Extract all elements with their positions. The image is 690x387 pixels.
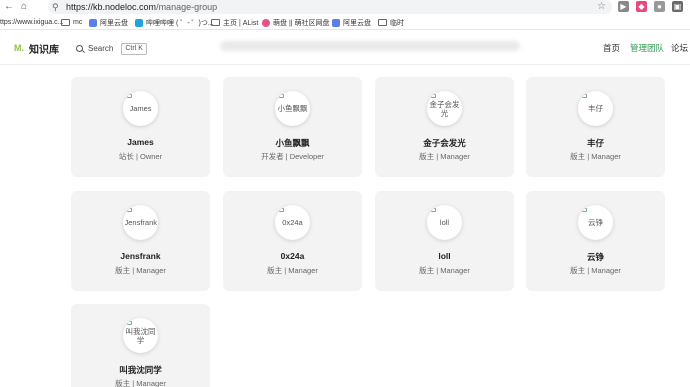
member-name: 丰仔 [586, 138, 604, 148]
member-card[interactable]: Jensfrank Jensfrank 版主 | Manager [71, 191, 210, 291]
extension-icon[interactable]: ▣ [672, 1, 683, 12]
broken-image-icon [279, 94, 284, 98]
member-role: 版主 | Manager [115, 266, 166, 275]
broken-image-icon [582, 94, 587, 98]
avatar: 小鱼飘飘 [275, 91, 310, 126]
bookmark-star-icon[interactable]: ☆ [597, 1, 606, 13]
bookmark-item[interactable]: 萌盘 || 萌社区网盘 [262, 17, 330, 28]
reload-icon[interactable]: ⌂ [18, 1, 30, 13]
aliyun-icon [89, 18, 97, 27]
member-role: 版主 | Manager [267, 266, 318, 275]
member-role: 开发者 | Developer [261, 152, 324, 161]
extension-icon[interactable]: ◆ [636, 1, 647, 12]
site-logo-icon[interactable]: M. [14, 43, 24, 53]
nav-forum[interactable]: 论坛 [671, 42, 688, 54]
avatar: 金子会发光 [427, 91, 462, 126]
search-label: Search [88, 44, 114, 53]
member-role: 版主 | Manager [419, 266, 470, 275]
member-name: 云铮 [586, 252, 604, 262]
avatar: James [123, 91, 158, 126]
folder-icon [211, 19, 220, 26]
member-name: 小鱼飘飘 [275, 138, 310, 148]
team-grid: James James 站长 | Owner 小鱼飘飘 小鱼飘飘 开发者 | D… [0, 66, 690, 387]
extension-icon[interactable]: ● [654, 1, 665, 12]
avatar: Jensfrank [123, 205, 158, 240]
blurred-notice [220, 41, 520, 51]
broken-image-icon [431, 94, 436, 98]
member-role: 站长 | Owner [118, 152, 163, 161]
browser-toolbar: ← ⌂ ⚲ https://kb.nodeloc.com/manage-grou… [0, 0, 690, 15]
mengpan-icon [262, 18, 270, 27]
member-card[interactable]: loll loll 版主 | Manager [375, 191, 514, 291]
member-name: James [127, 137, 154, 147]
bilibili-icon [135, 18, 143, 27]
search-shortcut: Ctrl K [121, 42, 147, 55]
bookmark-folder[interactable]: 临时 [378, 17, 404, 28]
address-bar[interactable]: ⚲ https://kb.nodeloc.com/manage-group ☆ [48, 0, 612, 14]
search-icon [76, 45, 83, 52]
site-header: M. 知识库 Search Ctrl K 首页 管理团队 论坛 [0, 31, 690, 65]
bookmarks-bar: ttps://www.ixigua.c... mc 阿里云盘 哔哩哔哩 ( ゜-… [0, 15, 690, 30]
folder-icon [61, 19, 70, 26]
bookmark-item[interactable]: 阿里云盘 [332, 17, 371, 28]
avatar: 云铮 [578, 205, 613, 240]
aliyun-icon [332, 18, 340, 27]
avatar: loll [427, 205, 462, 240]
nav-manage-team[interactable]: 管理团队 [630, 42, 664, 54]
broken-image-icon [431, 208, 436, 212]
back-icon[interactable]: ← [3, 1, 15, 13]
member-card[interactable]: 叫我沈同学 叫我沈同学 版主 | Manager [71, 304, 210, 387]
address-url: https://kb.nodeloc.com/manage-group [66, 2, 218, 12]
broken-image-icon [279, 208, 284, 212]
member-card[interactable]: 0x24a 0x24a 版主 | Manager [223, 191, 362, 291]
bookmark-item[interactable]: 主页 | AList [211, 17, 258, 28]
member-card[interactable]: James James 站长 | Owner [71, 77, 210, 177]
folder-icon [378, 19, 387, 26]
member-name: 0x24a [280, 251, 305, 261]
site-title[interactable]: 知识库 [29, 41, 59, 56]
bookmark-folder-mc[interactable]: mc [61, 17, 82, 28]
site-info-icon[interactable]: ⚲ [52, 1, 59, 13]
member-card[interactable]: 云铮 云铮 版主 | Manager [526, 191, 665, 291]
member-role: 版主 | Manager [570, 266, 621, 275]
member-role: 版主 | Manager [419, 152, 470, 161]
broken-image-icon [127, 321, 132, 325]
search-button[interactable]: Search Ctrl K [76, 42, 147, 55]
broken-image-icon [127, 94, 132, 98]
member-card[interactable]: 丰仔 丰仔 版主 | Manager [526, 77, 665, 177]
bookmark-item[interactable]: 阿里云盘 [89, 17, 128, 28]
bookmark-item[interactable]: ttps://www.ixigua.c... [0, 17, 63, 28]
member-card[interactable]: 小鱼飘飘 小鱼飘飘 开发者 | Developer [223, 77, 362, 177]
member-name: Jensfrank [120, 251, 161, 261]
bookmark-item[interactable]: 哔哩哔哩 ( ゜- ゜)つ... [135, 17, 214, 28]
member-role: 版主 | Manager [570, 152, 621, 161]
broken-image-icon [127, 208, 132, 212]
play-extension-icon[interactable]: ▶ [618, 1, 629, 12]
member-card[interactable]: 金子会发光 金子会发光 版主 | Manager [375, 77, 514, 177]
member-role: 版主 | Manager [115, 379, 166, 387]
member-name: 叫我沈同学 [119, 365, 162, 375]
broken-image-icon [582, 208, 587, 212]
avatar: 0x24a [275, 205, 310, 240]
nav-home[interactable]: 首页 [603, 42, 620, 54]
avatar: 丰仔 [578, 91, 613, 126]
member-name: loll [438, 251, 451, 261]
member-name: 金子会发光 [423, 138, 466, 148]
avatar: 叫我沈同学 [123, 318, 158, 353]
